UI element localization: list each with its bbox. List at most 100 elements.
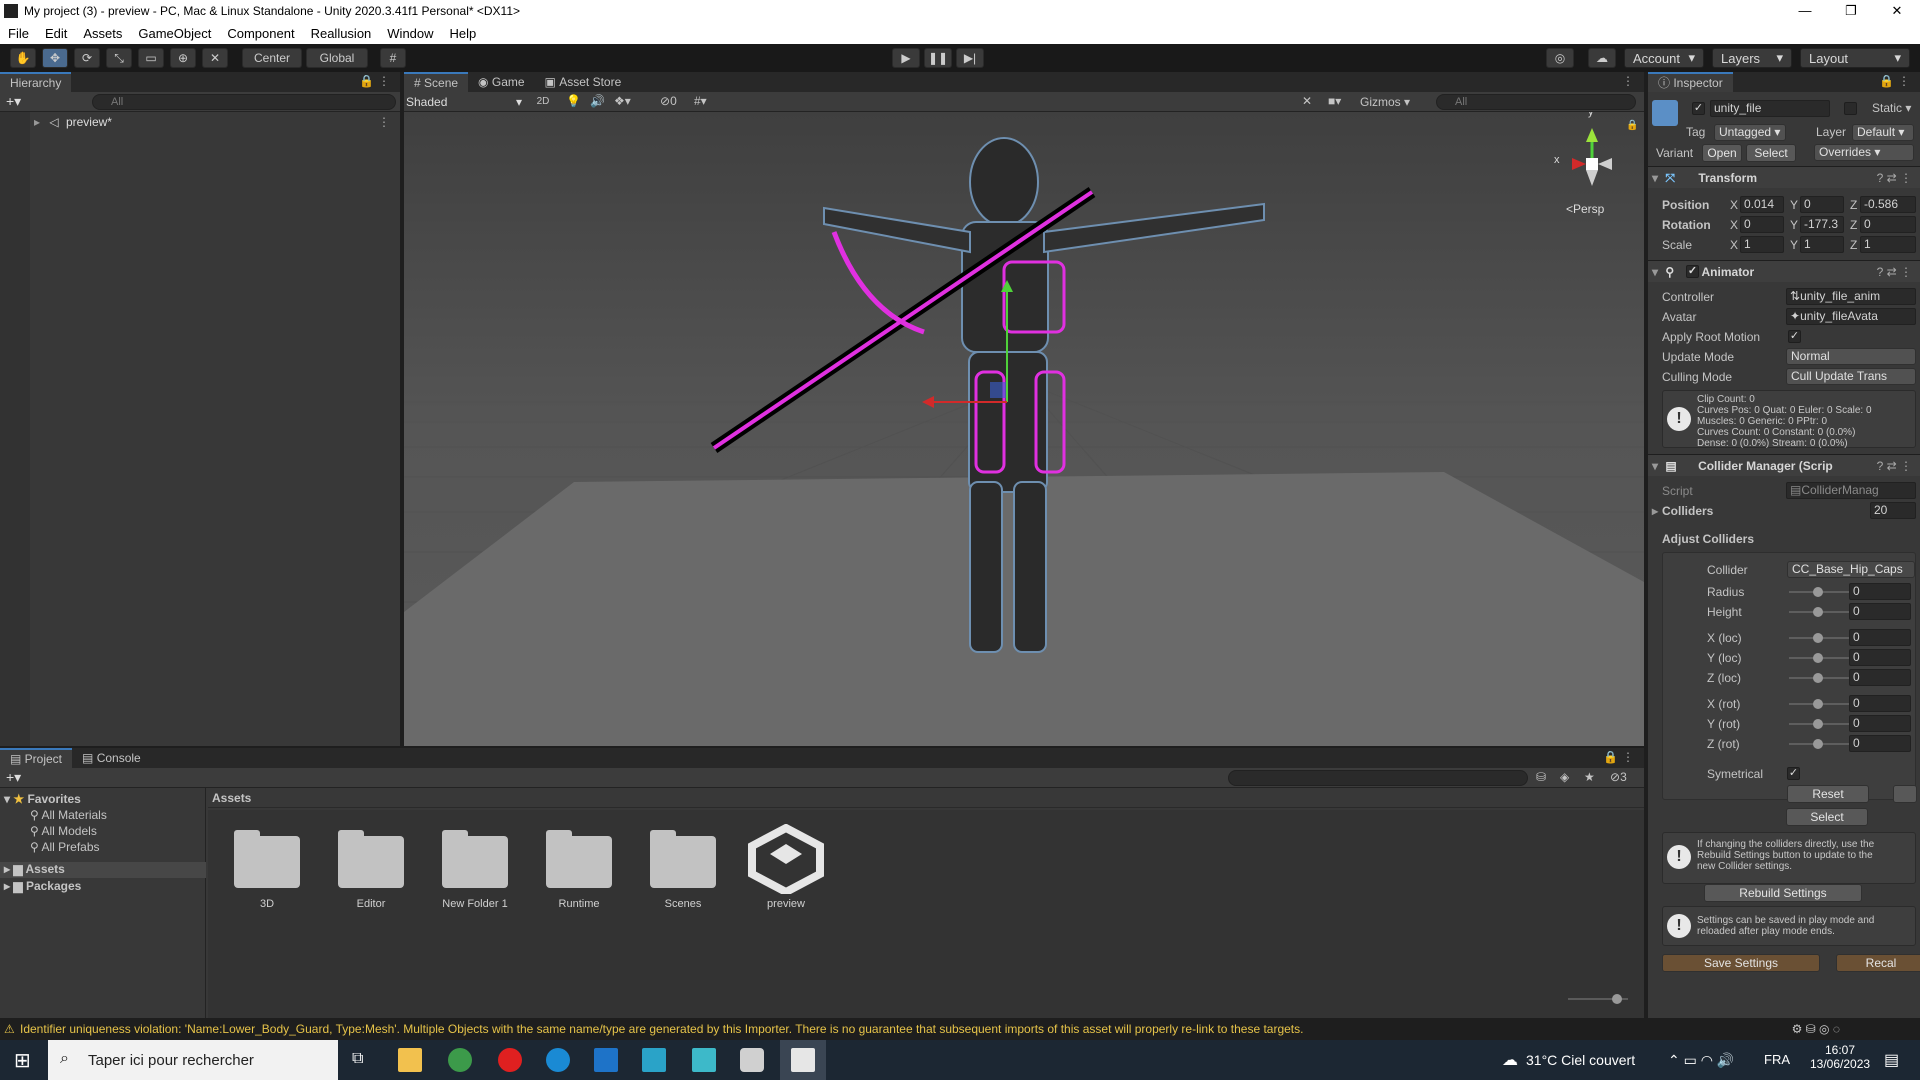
notifications-icon[interactable]: ▤ (1884, 1050, 1899, 1070)
tag-dropdown[interactable]: Untagged ▾ (1714, 124, 1786, 141)
tab-inspector[interactable]: ⓘ Inspector (1648, 72, 1733, 92)
controller-field[interactable]: ⇅unity_file_anim (1786, 288, 1916, 305)
filter-label-icon[interactable]: ◈ (1560, 770, 1569, 784)
gizmos-dropdown[interactable]: Gizmos ▾ (1360, 94, 1420, 110)
param-value-input[interactable]: 0 (1849, 629, 1911, 646)
param-slider-knob[interactable] (1813, 607, 1823, 617)
menu-help[interactable]: Help (442, 26, 485, 41)
folder-icon[interactable] (648, 830, 718, 888)
scene-viewport[interactable]: y x <Persp 🔒 (404, 112, 1644, 746)
rotation-y-input[interactable]: -177.3 (1800, 216, 1844, 233)
hand-tool-icon[interactable]: ✋ (10, 48, 36, 68)
chevron-right-icon[interactable]: ▸ (1652, 502, 1658, 520)
file-explorer-icon[interactable] (398, 1048, 422, 1072)
lock-icon[interactable]: 🔒 (1603, 750, 1618, 764)
rebuild-settings-button[interactable]: Rebuild Settings (1704, 884, 1862, 902)
tab-project[interactable]: ▤ Project (0, 748, 73, 768)
language-indicator[interactable]: FRA (1764, 1052, 1790, 1067)
open-prefab-button[interactable]: Open (1702, 144, 1742, 162)
menu-kebab-icon[interactable]: ⋮ (1622, 74, 1634, 88)
object-name-input[interactable]: unity_file (1710, 100, 1830, 117)
param-value-input[interactable]: 0 (1849, 669, 1911, 686)
unity-hub-icon[interactable] (740, 1048, 764, 1072)
position-z-input[interactable]: -0.586 (1860, 196, 1916, 213)
position-x-input[interactable]: 0.014 (1740, 196, 1784, 213)
transform-tool-icon[interactable]: ⊕ (170, 48, 196, 68)
colliders-row[interactable]: ▸ Colliders 20 (1648, 502, 1920, 520)
app-m-icon[interactable] (642, 1048, 666, 1072)
close-icon[interactable]: ✕ (1874, 0, 1920, 22)
status-message[interactable]: Identifier uniqueness violation: 'Name:L… (20, 1022, 1303, 1036)
menu-kebab-icon[interactable]: ⋮ (378, 74, 390, 88)
culling-mode-dropdown[interactable]: Cull Update Trans (1786, 368, 1916, 385)
chevron-down-icon[interactable]: ▾ (1652, 459, 1658, 473)
select-collider-button[interactable]: Select (1786, 808, 1868, 826)
extra-button[interactable] (1893, 785, 1917, 803)
app-c-icon[interactable] (546, 1048, 570, 1072)
overrides-dropdown[interactable]: Overrides ▾ (1814, 144, 1914, 161)
transform-header[interactable]: ▾ ⤧ Transform ? ⇄ ⋮ (1648, 166, 1920, 188)
chevron-down-icon[interactable]: ▾ (1652, 171, 1658, 185)
collider-manager-header[interactable]: ▾ ▤ Collider Manager (Scrip ? ⇄ ⋮ (1648, 454, 1920, 476)
param-slider-knob[interactable] (1813, 653, 1823, 663)
cloud-icon[interactable]: ☁ (1588, 48, 1616, 68)
mode-2d-button[interactable]: 2D (530, 93, 556, 111)
update-mode-dropdown[interactable]: Normal (1786, 348, 1916, 365)
chevron-right-icon[interactable]: ▸ (34, 115, 40, 129)
scale-y-input[interactable]: 1 (1800, 236, 1844, 253)
grid-icon[interactable]: #▾ (694, 94, 707, 108)
param-slider-knob[interactable] (1813, 719, 1823, 729)
chevron-down-icon[interactable]: ▾ (1652, 265, 1658, 279)
apply-root-motion-checkbox[interactable]: ✓ (1788, 330, 1801, 343)
unity-editor-taskbar-button[interactable] (780, 1040, 826, 1080)
chrome-icon[interactable] (448, 1048, 472, 1072)
menu-kebab-icon[interactable]: ⋮ (1898, 74, 1910, 88)
reset-button[interactable]: Reset (1787, 785, 1869, 803)
lock-icon[interactable]: 🔒 (359, 74, 374, 88)
tab-game[interactable]: ◉ Game (468, 72, 535, 92)
collab-icon[interactable]: ◎ (1546, 48, 1574, 68)
menu-file[interactable]: File (0, 26, 37, 41)
param-value-input[interactable]: 0 (1849, 583, 1911, 600)
favorite-item[interactable]: ⚲ All Materials (30, 808, 107, 822)
favorite-star-icon[interactable]: ★ (1584, 770, 1595, 784)
param-slider-knob[interactable] (1813, 699, 1823, 709)
component-menu-icons[interactable]: ? ⇄ ⋮ (1877, 455, 1912, 477)
favorites-item[interactable]: ▾ ★ Favorites (4, 792, 81, 806)
menu-window[interactable]: Window (379, 26, 441, 41)
component-menu-icons[interactable]: ? ⇄ ⋮ (1877, 261, 1912, 283)
avatar-field[interactable]: ✦unity_fileAvata (1786, 308, 1916, 325)
scale-tool-icon[interactable]: ⤡ (106, 48, 132, 68)
add-icon[interactable]: +▾ (6, 93, 21, 110)
lighting-icon[interactable]: 💡 (566, 94, 581, 108)
symetrical-checkbox[interactable]: ✓ (1787, 767, 1800, 780)
pause-button[interactable]: ❚❚ (924, 48, 952, 68)
favorite-item[interactable]: ⚲ All Prefabs (30, 840, 100, 854)
static-dropdown[interactable]: Static ▾ (1872, 101, 1911, 115)
play-button[interactable]: ▶ (892, 48, 920, 68)
custom-tool-icon[interactable]: ✕ (202, 48, 228, 68)
perspective-label[interactable]: <Persp (1566, 202, 1604, 216)
zoom-slider-knob[interactable] (1612, 994, 1622, 1004)
weather-text[interactable]: 31°C Ciel couvert (1526, 1052, 1635, 1068)
select-prefab-button[interactable]: Select (1746, 144, 1796, 162)
rect-tool-icon[interactable]: ▭ (138, 48, 164, 68)
pivot-center-button[interactable]: Center (242, 48, 302, 68)
layer-dropdown[interactable]: Default ▾ (1852, 124, 1914, 141)
pivot-global-button[interactable]: Global (306, 48, 368, 68)
menu-reallusion[interactable]: Reallusion (303, 26, 380, 41)
static-checkbox[interactable] (1844, 102, 1857, 115)
step-button[interactable]: ▶| (956, 48, 984, 68)
account-dropdown[interactable]: Account ▾ (1624, 48, 1704, 68)
project-search-input[interactable] (1228, 770, 1528, 786)
app-m2-icon[interactable] (692, 1048, 716, 1072)
param-value-input[interactable]: 0 (1849, 649, 1911, 666)
camera-icon[interactable]: ■▾ (1328, 94, 1341, 108)
collider-dropdown[interactable]: CC_Base_Hip_Caps (1787, 561, 1915, 578)
packages-root-item[interactable]: ▸ ▆ Packages (4, 879, 81, 893)
animator-header[interactable]: ▾ ⚲ ✓ Animator ? ⇄ ⋮ (1648, 260, 1920, 282)
param-slider-knob[interactable] (1813, 633, 1823, 643)
tab-console[interactable]: ▤ Console (72, 748, 151, 768)
save-settings-button[interactable]: Save Settings (1662, 954, 1820, 972)
menu-edit[interactable]: Edit (37, 26, 75, 41)
